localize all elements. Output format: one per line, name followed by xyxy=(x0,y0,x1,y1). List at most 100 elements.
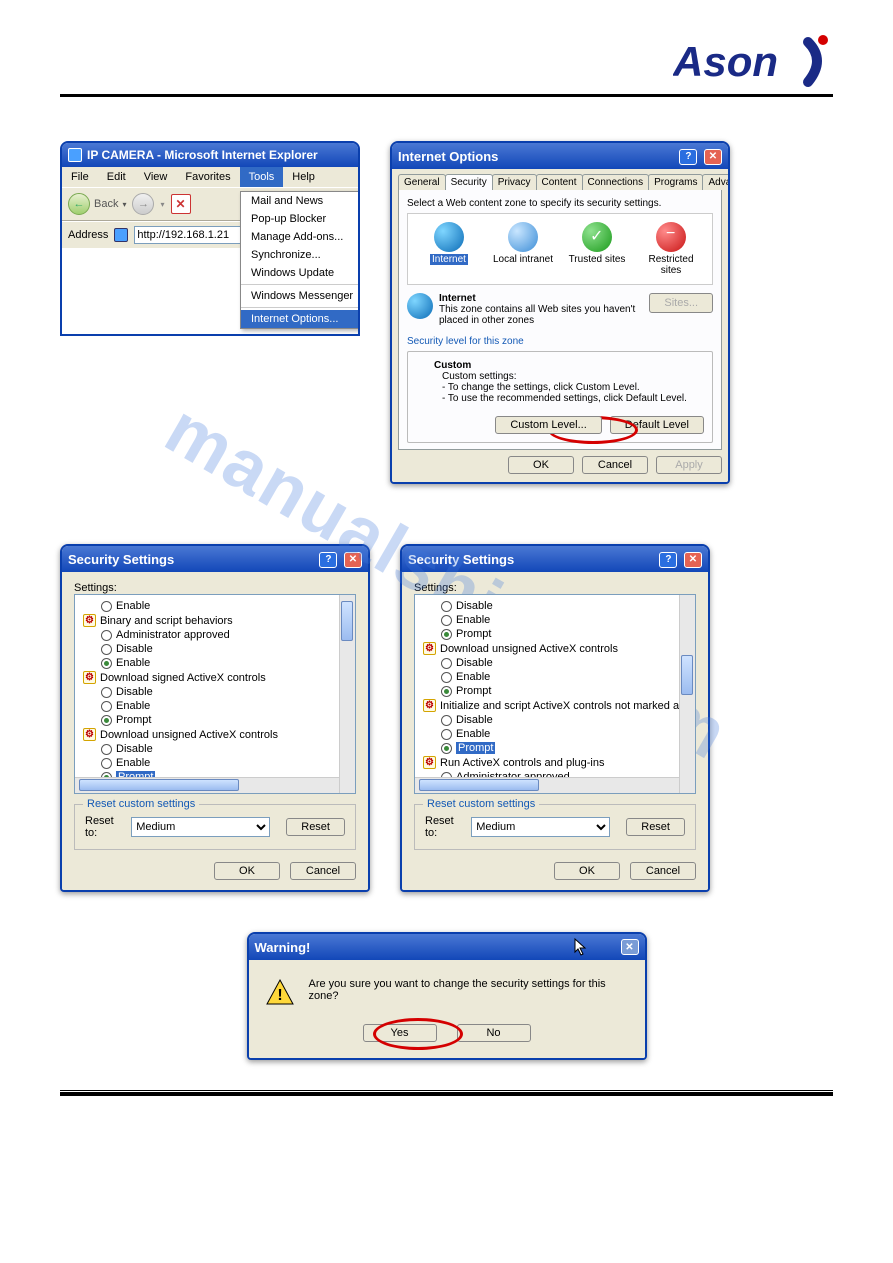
radio-icon[interactable] xyxy=(101,658,112,669)
radio-icon[interactable] xyxy=(101,744,112,755)
radio-icon[interactable] xyxy=(441,615,452,626)
radio-icon[interactable] xyxy=(101,715,112,726)
help-button[interactable]: ? xyxy=(659,552,677,568)
menu-windows-messenger[interactable]: Windows Messenger xyxy=(241,287,360,305)
ss-right-ok-button[interactable]: OK xyxy=(554,862,620,880)
ie-menu-file[interactable]: File xyxy=(62,167,98,187)
horizontal-scrollbar[interactable] xyxy=(75,777,339,793)
vertical-scrollbar[interactable] xyxy=(339,595,355,793)
tab-security[interactable]: Security xyxy=(445,174,493,190)
radio-icon[interactable] xyxy=(441,629,452,640)
setting-option[interactable]: Disable xyxy=(77,642,353,656)
radio-icon[interactable] xyxy=(101,687,112,698)
scroll-thumb[interactable] xyxy=(681,655,693,695)
ss-left-reset-select[interactable]: Medium xyxy=(131,817,270,837)
setting-option[interactable]: Administrator approved xyxy=(77,628,353,642)
tab-connections[interactable]: Connections xyxy=(582,174,650,190)
menu-popup-blocker[interactable]: Pop-up Blocker xyxy=(241,210,360,228)
hscroll-thumb[interactable] xyxy=(79,779,239,791)
ss-right-reset-select[interactable]: Medium xyxy=(471,817,610,837)
io-zone-picker[interactable]: Internet Local intranet ✓ Trusted sites … xyxy=(407,213,713,285)
tab-privacy[interactable]: Privacy xyxy=(492,174,537,190)
setting-option[interactable]: Enable xyxy=(77,656,353,670)
ss-right-reset-button[interactable]: Reset xyxy=(626,818,685,836)
back-button[interactable]: ← Back ▾ xyxy=(68,193,126,215)
menu-windows-update[interactable]: Windows Update xyxy=(241,264,360,282)
ie-menu-tools[interactable]: Tools xyxy=(240,167,284,187)
setting-option[interactable]: Prompt xyxy=(417,627,693,641)
forward-button[interactable]: → xyxy=(132,193,154,215)
io-ok-button[interactable]: OK xyxy=(508,456,574,474)
hscroll-thumb[interactable] xyxy=(419,779,539,791)
help-button[interactable]: ? xyxy=(679,149,697,165)
radio-icon[interactable] xyxy=(101,701,112,712)
setting-category: ⚙Download unsigned ActiveX controls xyxy=(417,641,693,656)
ie-menubar[interactable]: File Edit View Favorites Tools Help xyxy=(62,167,358,187)
radio-icon[interactable] xyxy=(441,743,452,754)
radio-icon[interactable] xyxy=(441,658,452,669)
radio-icon[interactable] xyxy=(441,729,452,740)
close-button[interactable]: ✕ xyxy=(704,149,722,165)
tab-general[interactable]: General xyxy=(398,174,446,190)
close-button[interactable]: ✕ xyxy=(621,939,639,955)
default-level-button[interactable]: Default Level xyxy=(610,416,704,434)
ss-left-cancel-button[interactable]: Cancel xyxy=(290,862,356,880)
ie-menu-favorites[interactable]: Favorites xyxy=(176,167,239,187)
tools-dropdown[interactable]: Mail and News Pop-up Blocker Manage Add-… xyxy=(240,191,360,329)
radio-icon[interactable] xyxy=(441,672,452,683)
help-button[interactable]: ? xyxy=(319,552,337,568)
radio-icon[interactable] xyxy=(101,630,112,641)
tab-advanced[interactable]: Advanced xyxy=(702,174,730,190)
setting-option[interactable]: Prompt xyxy=(417,741,693,755)
zone-restricted-sites[interactable]: − Restricted sites xyxy=(639,222,703,276)
vertical-scrollbar[interactable] xyxy=(679,595,695,793)
setting-option[interactable]: Enable xyxy=(77,599,353,613)
menu-synchronize[interactable]: Synchronize... xyxy=(241,246,360,264)
zone-local-intranet[interactable]: Local intranet xyxy=(491,222,555,276)
radio-icon[interactable] xyxy=(101,601,112,612)
zone-trusted-sites[interactable]: ✓ Trusted sites xyxy=(565,222,629,276)
radio-icon[interactable] xyxy=(441,601,452,612)
ie-menu-edit[interactable]: Edit xyxy=(98,167,135,187)
menu-internet-options[interactable]: Internet Options... xyxy=(241,310,360,328)
io-cancel-button[interactable]: Cancel xyxy=(582,456,648,474)
setting-option[interactable]: Enable xyxy=(417,727,693,741)
warn-yes-button[interactable]: Yes xyxy=(363,1024,437,1042)
ie-menu-view[interactable]: View xyxy=(135,167,177,187)
ss-left-ok-button[interactable]: OK xyxy=(214,862,280,880)
setting-option[interactable]: Enable xyxy=(77,756,353,770)
setting-option[interactable]: Disable xyxy=(417,656,693,670)
horizontal-scrollbar[interactable] xyxy=(415,777,679,793)
menu-manage-addons[interactable]: Manage Add-ons... xyxy=(241,228,360,246)
close-button[interactable]: ✕ xyxy=(684,552,702,568)
ie-menu-help[interactable]: Help xyxy=(283,167,324,187)
close-button[interactable]: ✕ xyxy=(344,552,362,568)
ss-right-list[interactable]: DisableEnablePrompt⚙Download unsigned Ac… xyxy=(414,594,696,794)
setting-option[interactable]: Prompt xyxy=(417,684,693,698)
radio-icon[interactable] xyxy=(101,644,112,655)
setting-option[interactable]: Disable xyxy=(77,742,353,756)
tab-content[interactable]: Content xyxy=(536,174,583,190)
warn-no-button[interactable]: No xyxy=(457,1024,531,1042)
setting-option[interactable]: Enable xyxy=(417,613,693,627)
warn-title: Warning! xyxy=(255,940,311,955)
stop-button[interactable]: ✕ xyxy=(171,194,191,214)
setting-option[interactable]: Enable xyxy=(417,670,693,684)
io-tabs[interactable]: General Security Privacy Content Connect… xyxy=(398,173,722,190)
radio-icon[interactable] xyxy=(441,715,452,726)
ss-left-list[interactable]: Enable⚙Binary and script behaviorsAdmini… xyxy=(74,594,356,794)
tab-programs[interactable]: Programs xyxy=(648,174,703,190)
setting-option[interactable]: Prompt xyxy=(77,713,353,727)
radio-icon[interactable] xyxy=(101,758,112,769)
setting-option[interactable]: Disable xyxy=(417,713,693,727)
zone-internet[interactable]: Internet xyxy=(417,222,481,276)
scroll-thumb[interactable] xyxy=(341,601,353,641)
menu-mail-and-news[interactable]: Mail and News xyxy=(241,192,360,210)
ss-right-cancel-button[interactable]: Cancel xyxy=(630,862,696,880)
setting-option[interactable]: Disable xyxy=(417,599,693,613)
setting-option[interactable]: Disable xyxy=(77,685,353,699)
custom-level-button[interactable]: Custom Level... xyxy=(495,416,601,434)
setting-option[interactable]: Enable xyxy=(77,699,353,713)
radio-icon[interactable] xyxy=(441,686,452,697)
ss-left-reset-button[interactable]: Reset xyxy=(286,818,345,836)
